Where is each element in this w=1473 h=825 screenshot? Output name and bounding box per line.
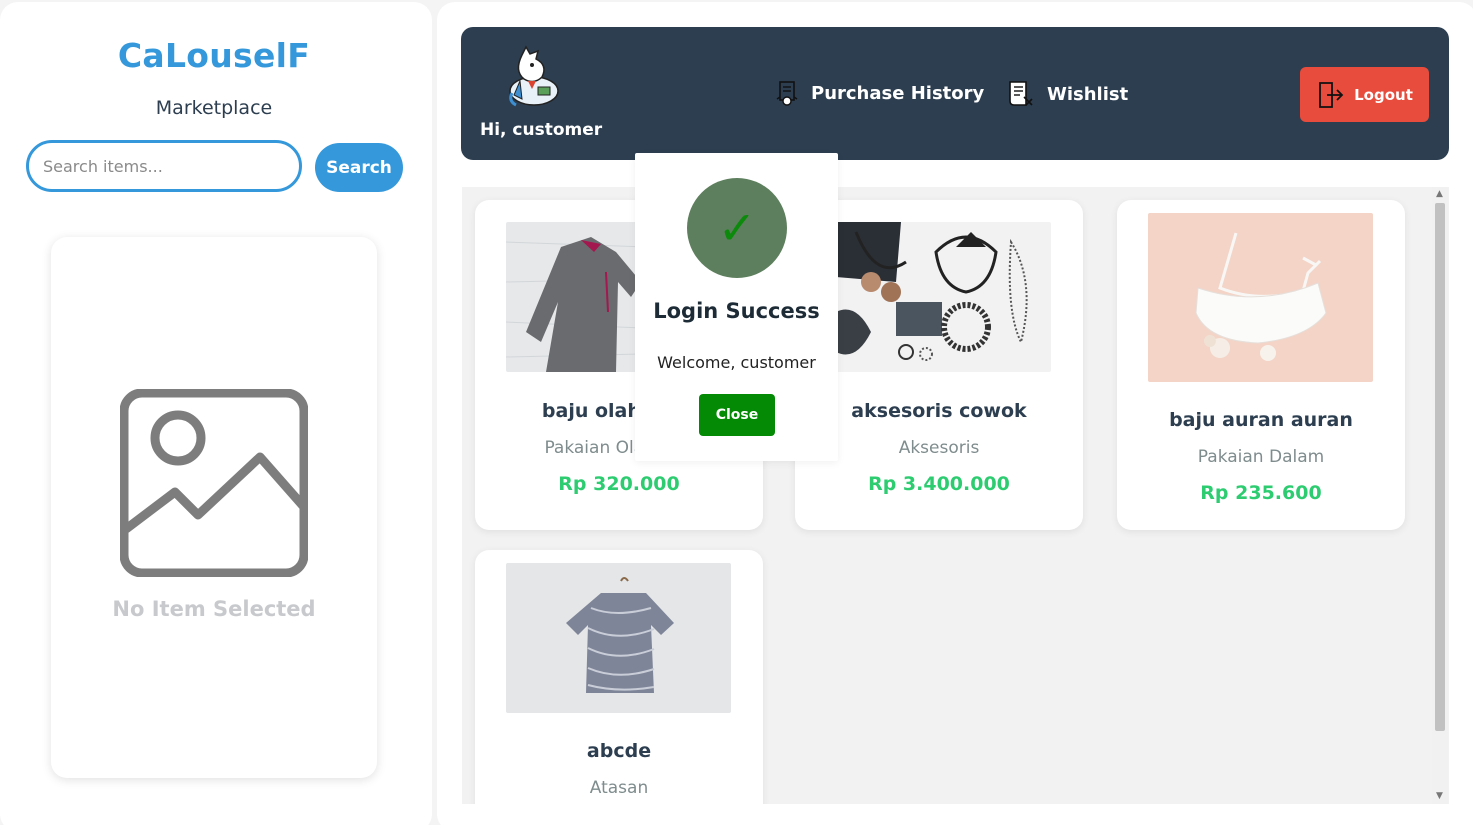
login-success-modal: ✓ Login Success Welcome, customer Close xyxy=(635,153,838,461)
modal-close-button[interactable]: Close xyxy=(699,394,775,436)
logout-button[interactable]: Logout xyxy=(1300,67,1429,122)
wishlist-icon xyxy=(1009,81,1033,106)
product-image xyxy=(1148,213,1373,382)
scrollbar-thumb[interactable] xyxy=(1435,203,1445,731)
product-price: Rp 235.600 xyxy=(1200,482,1322,504)
product-price: Rp 3.400.000 xyxy=(868,473,1010,495)
image-placeholder-icon xyxy=(119,388,309,581)
nav-purchase-history[interactable]: Purchase History xyxy=(775,79,984,107)
search-input[interactable] xyxy=(26,140,302,192)
search-button[interactable]: Search xyxy=(315,143,403,192)
nav-wishlist[interactable]: Wishlist xyxy=(1005,79,1128,109)
brand-title: CaLouselF xyxy=(117,36,311,75)
nav-wishlist-label: Wishlist xyxy=(1047,83,1129,105)
modal-message: Welcome, customer xyxy=(657,353,816,372)
item-detail-card: No Item Selected xyxy=(51,237,377,778)
product-name: abcde xyxy=(586,740,652,762)
success-check-icon: ✓ xyxy=(687,178,787,278)
product-card[interactable]: aksesoris cowok Aksesoris Rp 3.400.000 xyxy=(795,200,1083,530)
product-grid: baju olah raga Pakaian Olahraga Rp 320.0… xyxy=(462,187,1449,804)
no-item-selected-text: No Item Selected xyxy=(112,597,316,621)
purchase-history-icon xyxy=(776,81,798,106)
product-name: baju auran auran xyxy=(1169,409,1353,431)
logout-icon xyxy=(1319,81,1344,108)
product-card[interactable]: abcde Atasan xyxy=(475,550,763,804)
scroll-up-icon[interactable]: ▲ xyxy=(1436,189,1443,199)
scroll-down-icon[interactable]: ▼ xyxy=(1436,791,1443,801)
greeting-text: Hi, customer xyxy=(480,120,603,140)
product-name: aksesoris cowok xyxy=(851,400,1027,422)
product-card[interactable]: baju auran auran Pakaian Dalam Rp 235.60… xyxy=(1117,200,1405,530)
product-category: Atasan xyxy=(589,778,649,798)
brand-subtitle: Marketplace xyxy=(155,97,273,119)
mascot-avatar-icon xyxy=(504,45,564,113)
logout-label: Logout xyxy=(1354,85,1413,104)
navbar: Hi, customer Purchase History Wishlist L… xyxy=(461,27,1449,160)
left-panel: CaLouselF Marketplace Search No Item Sel… xyxy=(0,2,432,825)
nav-purchase-history-label: Purchase History xyxy=(811,82,985,104)
product-image xyxy=(826,222,1051,372)
product-category: Pakaian Dalam xyxy=(1197,447,1325,467)
product-category: Aksesoris xyxy=(898,438,980,458)
product-image xyxy=(506,563,731,713)
modal-title: Login Success xyxy=(653,299,820,323)
product-price: Rp 320.000 xyxy=(558,473,680,495)
product-grid-scrollbar[interactable]: ▲ ▼ xyxy=(1432,187,1448,804)
